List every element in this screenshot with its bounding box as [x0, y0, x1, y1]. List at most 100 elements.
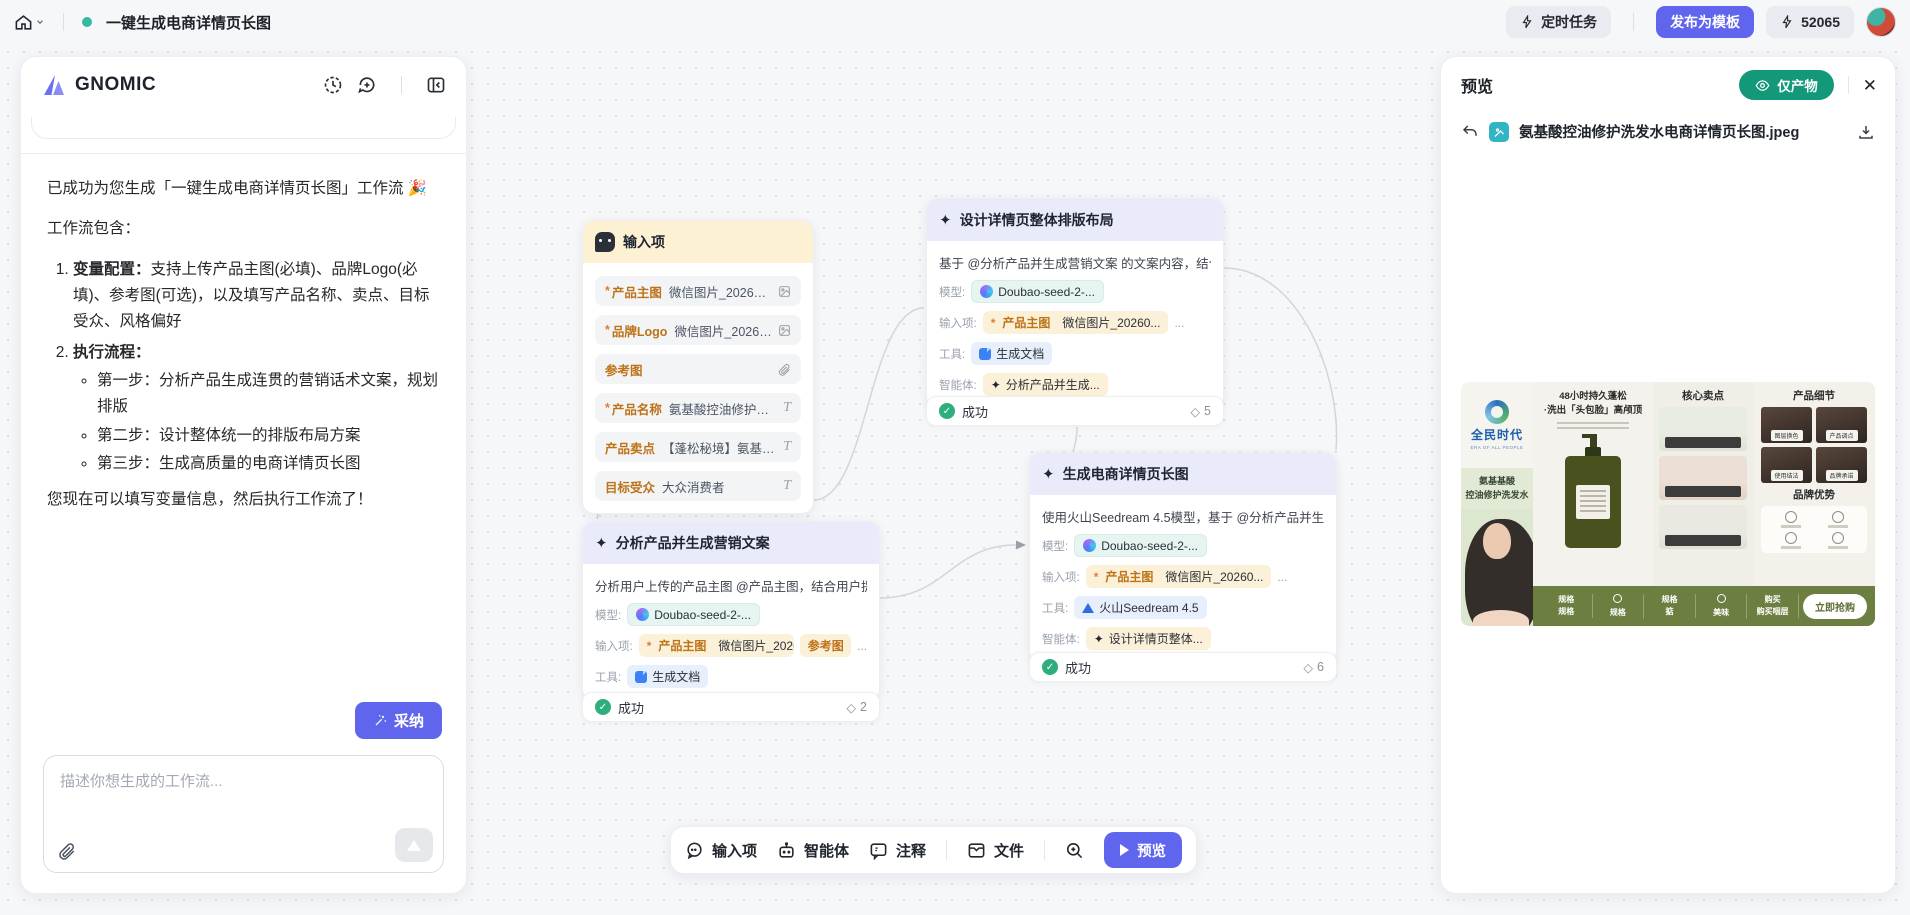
item2-label: 执行流程：: [73, 344, 151, 361]
success-check-icon: ✓: [939, 403, 955, 419]
zoom-search-button[interactable]: [1065, 841, 1084, 860]
caption-lines: [1557, 422, 1629, 430]
toolbar-inputs-button[interactable]: 输入项: [685, 840, 757, 861]
send-button[interactable]: [395, 828, 433, 862]
adopt-label: 采纳: [394, 710, 424, 731]
artifact-details-column: 产品细节 图层换色 产品调点 使用结法 品牌承诺 品牌优势: [1753, 382, 1875, 586]
selling-card: [1659, 505, 1747, 549]
required-star: *: [605, 284, 610, 298]
agent-pill[interactable]: ✦设计详情页整体...: [1086, 627, 1211, 650]
field-brand-logo[interactable]: * 品牌Logo 微信图片_20260319...: [595, 315, 801, 345]
node-inputs[interactable]: 输入项 * 产品主图 微信图片_20260319... * 品牌Logo 微信图…: [582, 220, 814, 514]
spec-column: 规格规格: [1541, 594, 1593, 618]
download-icon[interactable]: [1857, 123, 1875, 141]
reference-pill[interactable]: 参考图: [800, 634, 851, 657]
node-inputs-header: 输入项: [583, 221, 813, 263]
prompt-input[interactable]: [44, 756, 443, 820]
bottle-pump: [1590, 434, 1597, 447]
tools-label: 工具:: [939, 346, 965, 362]
chat-bubble-icon: [595, 232, 615, 252]
status-bar-analyze[interactable]: ✓ 成功 ◇2: [582, 692, 880, 722]
text-icon: T: [783, 478, 791, 494]
tool-pill[interactable]: 火山Seedream 4.5: [1074, 596, 1206, 619]
bottle-body: [1565, 456, 1621, 548]
topbar: 一键生成电商详情页长图 定时任务 发布为模板 52065: [0, 0, 1910, 44]
field-product-image[interactable]: * 产品主图 微信图片_20260319...: [595, 276, 801, 306]
artifact-bottom-bar: 规格规格 规格 规格掂 美味 购买购买咽层 立即抢购: [1533, 586, 1875, 626]
gnomic-logo-icon: [41, 73, 67, 97]
model-pill[interactable]: Doubao-seed-2-...: [1074, 534, 1207, 557]
detail-photo: 产品调点: [1816, 407, 1867, 443]
detail-photo: 图层换色: [1761, 407, 1812, 443]
step-item: 第二步：设计整体统一的排版布局方案: [97, 423, 440, 449]
tool-pill[interactable]: 生成文档: [627, 665, 708, 688]
collapse-panel-icon[interactable]: [426, 75, 446, 95]
history-icon[interactable]: [323, 75, 343, 95]
artifact-filename[interactable]: 氨基酸控油修护洗发水电商详情页长图.jpeg: [1519, 121, 1847, 142]
agent-pill[interactable]: ✦分析产品并生成...: [983, 373, 1108, 396]
diamond-icon: ◇: [1303, 660, 1313, 675]
pill-value: 微信图片_20260...: [1062, 314, 1160, 331]
publish-template-label: 发布为模板: [1670, 12, 1740, 32]
input-pill[interactable]: *产品主图微信图片_20260...: [639, 634, 794, 657]
status-count: 5: [1204, 404, 1211, 418]
user-avatar[interactable]: [1866, 7, 1896, 37]
node-design-layout[interactable]: ✦ 设计详情页整体排版布局 基于 @分析产品并生成营销文案 的文案内容，结合产.…: [926, 198, 1224, 409]
field-target-audience[interactable]: 目标受众 大众消费者 T: [595, 471, 801, 501]
adopt-button[interactable]: 采纳: [355, 702, 442, 739]
home-button[interactable]: [14, 13, 45, 32]
input-pill[interactable]: *产品主图微信图片_20260...: [983, 311, 1169, 334]
divider: [63, 13, 64, 31]
attachment-icon[interactable]: [58, 842, 76, 860]
model-pill[interactable]: Doubao-seed-2-...: [971, 280, 1104, 303]
step-item: 第三步：生成高质量的电商详情页长图: [97, 451, 440, 477]
headline-line1: 48小时持久蓬松: [1539, 390, 1647, 404]
back-icon[interactable]: [1461, 123, 1479, 141]
divider: [401, 76, 402, 94]
bolt-icon: [1780, 15, 1794, 29]
node-header: ✦ 分析产品并生成营销文案: [583, 522, 879, 564]
workflow-summary-list: 变量配置：支持上传产品主图(必填)、品牌Logo(必填)、参考图(可选)，以及填…: [51, 257, 440, 478]
publish-template-button[interactable]: 发布为模板: [1656, 6, 1754, 38]
artifact-image[interactable]: 全民时代 ERA OF ALL PEOPLE 氨基基酸 控油修护洗发水 48小时…: [1461, 382, 1875, 626]
pill-label: 参考图: [808, 637, 844, 654]
tool-name: 生成文档: [996, 345, 1044, 362]
headline-line2: ·洗出「头包脸」高颅顶: [1539, 404, 1647, 418]
close-icon[interactable]: ✕: [1863, 77, 1877, 94]
brand-name: GNOMIC: [75, 74, 156, 96]
status-bar-design[interactable]: ✓ 成功 ◇5: [926, 396, 1224, 426]
doubao-icon: [980, 285, 993, 298]
detail-photo: 品牌承诺: [1816, 447, 1867, 483]
model-name: Doubao-seed-2-...: [1101, 539, 1198, 553]
chat-message: 已成功为您生成「一键生成电商详情页长图」工作流 🎉 工作流包含： 变量配置：支持…: [21, 154, 466, 696]
tool-pill[interactable]: 生成文档: [971, 342, 1052, 365]
text-icon: T: [783, 400, 791, 416]
buy-now-button[interactable]: 立即抢购: [1803, 594, 1867, 619]
status-bar-generate[interactable]: ✓ 成功 ◇6: [1029, 652, 1337, 682]
scheduled-task-button[interactable]: 定时任务: [1506, 6, 1611, 38]
advantage-item: [1769, 511, 1812, 528]
input-pill[interactable]: *产品主图微信图片_20260...: [1086, 565, 1272, 588]
sparkle-icon: ✦: [1042, 467, 1055, 482]
credits-button[interactable]: 52065: [1766, 6, 1854, 38]
new-chat-icon[interactable]: [357, 75, 377, 95]
node-analyze-copy[interactable]: ✦ 分析产品并生成营销文案 分析用户上传的产品主图 @产品主图，结合用户提供..…: [582, 521, 880, 701]
detail-tag: 图层换色: [1770, 430, 1802, 441]
detail-tag: 使用结法: [1770, 470, 1802, 481]
toolbar-note-button[interactable]: 注释: [869, 840, 926, 861]
toolbar-agent-button[interactable]: 智能体: [777, 840, 849, 861]
run-preview-button[interactable]: 预览: [1104, 832, 1182, 868]
node-generate-image[interactable]: ✦ 生成电商详情页长图 使用火山Seedream 4.5模型，基于 @分析产品并…: [1029, 452, 1337, 663]
divider: [1633, 13, 1634, 31]
agent-label: 智能体:: [939, 377, 977, 393]
toolbar-file-button[interactable]: 文件: [967, 840, 1024, 861]
field-product-name[interactable]: * 产品名称 氨基酸控油修护洗发... T: [595, 393, 801, 423]
artifacts-only-label: 仅产物: [1777, 75, 1818, 95]
document-icon: [635, 671, 647, 683]
detail-photo: 使用结法: [1761, 447, 1812, 483]
artifacts-only-toggle[interactable]: 仅产物: [1739, 70, 1834, 100]
field-selling-points[interactable]: 产品卖点 【蓬松秘境】氨基酸... T: [595, 432, 801, 462]
model-pill[interactable]: Doubao-seed-2-...: [627, 603, 760, 626]
field-reference-image[interactable]: 参考图: [595, 354, 801, 384]
more-indicator: ...: [1277, 570, 1287, 584]
